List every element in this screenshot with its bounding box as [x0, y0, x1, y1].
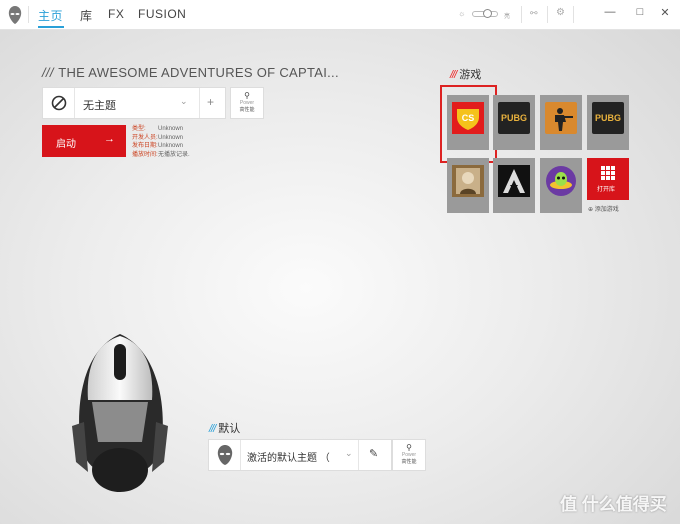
tab-fusion[interactable]: FUSION — [138, 7, 186, 21]
game-tile-assassins-creed[interactable] — [493, 158, 535, 213]
game-tile-pubg-1[interactable]: PUBG — [493, 95, 535, 150]
default-power-mode-button[interactable]: ⚲ Power 高性能 — [392, 439, 426, 471]
brightness-low-icon: ☼ — [458, 9, 466, 18]
game-tile-portrait[interactable] — [447, 158, 489, 213]
open-library-tile[interactable]: 打开库 — [587, 158, 629, 200]
pubg-logo: PUBG — [592, 102, 624, 134]
add-game-link[interactable]: ⊕ 添加游戏 — [588, 204, 619, 213]
tab-home[interactable]: 主页 — [38, 7, 63, 24]
pubg-logo: PUBG — [498, 102, 530, 134]
wrench-icon: ⚲ — [244, 91, 250, 100]
alien-head-icon — [217, 445, 233, 465]
add-game-label: 添加游戏 — [594, 207, 619, 213]
title-slashes: /// — [42, 65, 54, 80]
game-tile-pubg-2[interactable]: PUBG — [587, 95, 629, 150]
maximize-button[interactable]: □ — [633, 6, 647, 18]
alien-avatar-box — [209, 440, 241, 470]
default-slashes: /// — [209, 423, 216, 435]
theme-title: /// THE AWESOME ADVENTURES OF CAPTAI... — [42, 64, 339, 82]
tab-library[interactable]: 库 — [80, 7, 93, 24]
game-info: 类型: Unknown 开发人员:Unknown 发布日期:Unknown 播放时… — [132, 125, 190, 159]
default-theme-name: 激活的默认主题 （ — [247, 453, 330, 464]
assassin-icon — [498, 165, 530, 197]
games-title: /// 游戏 — [450, 69, 482, 81]
game-tile-alien[interactable] — [540, 158, 582, 213]
theme-title-text: THE AWESOME ADVENTURES OF CAPTAI... — [58, 65, 339, 80]
add-game-icon: ⊕ — [588, 207, 594, 213]
arrow-right-icon: → — [104, 133, 115, 145]
chevron-down-icon[interactable]: ⌄ — [345, 448, 353, 459]
power-mode-button[interactable]: ⚲ Power 高性能 — [230, 87, 264, 119]
power-mode-label: 高性能 — [401, 459, 417, 465]
alien-ufo-icon — [546, 166, 576, 196]
brightness-slider-knob[interactable] — [483, 9, 492, 18]
info-row: 播放时间:无播放记录. — [132, 151, 190, 158]
tab-home-underline — [38, 26, 64, 28]
grid-icon — [601, 166, 615, 180]
open-library-label: 打开库 — [597, 187, 616, 193]
launch-label: 启动 — [56, 139, 76, 150]
minimize-button[interactable]: — — [603, 6, 617, 18]
sliders-icon[interactable]: ⚯ — [530, 8, 538, 19]
gaming-mouse-image — [72, 334, 168, 492]
no-entry-icon — [51, 95, 67, 111]
selected-game-highlight — [440, 85, 497, 163]
power-mode-label: 高性能 — [239, 107, 255, 113]
default-title: /// 默认 — [209, 420, 240, 436]
top-bar: 主页 库 FX FUSION ☼ 亮 ⚯ ⚙ — □ ✕ — [0, 0, 680, 30]
default-theme-selector[interactable]: 激活的默认主题 （ ⌄ ✎ — [208, 439, 392, 471]
watermark: 值 什么值得买 — [560, 495, 667, 514]
info-row: 类型: Unknown — [132, 126, 184, 132]
chevron-down-icon[interactable]: ⌄ — [180, 96, 188, 107]
soldier-icon — [545, 102, 577, 134]
theme-name: 无主题 — [83, 100, 116, 112]
info-row: 开发人员:Unknown — [132, 134, 184, 141]
edit-pencil-icon[interactable]: ✎ — [369, 447, 378, 460]
close-button[interactable]: ✕ — [658, 6, 672, 19]
portrait-icon — [452, 165, 484, 197]
tab-fx[interactable]: FX — [108, 7, 124, 21]
gear-icon[interactable]: ⚙ — [556, 7, 565, 18]
info-row: 发布日期:Unknown — [132, 143, 184, 149]
alienware-logo — [8, 6, 22, 24]
wrench-icon: ⚲ — [406, 443, 412, 452]
no-theme-icon-box — [43, 88, 75, 118]
launch-button[interactable]: 启动 → — [42, 125, 126, 157]
game-tile-counter-strike[interactable] — [540, 95, 582, 150]
default-title-text: 默认 — [218, 423, 241, 435]
add-theme-button[interactable]: + — [207, 95, 214, 109]
theme-selector[interactable]: 无主题 ⌄ + — [42, 87, 226, 119]
brightness-high-label: 亮 — [504, 14, 511, 20]
games-title-text: 游戏 — [459, 69, 482, 81]
